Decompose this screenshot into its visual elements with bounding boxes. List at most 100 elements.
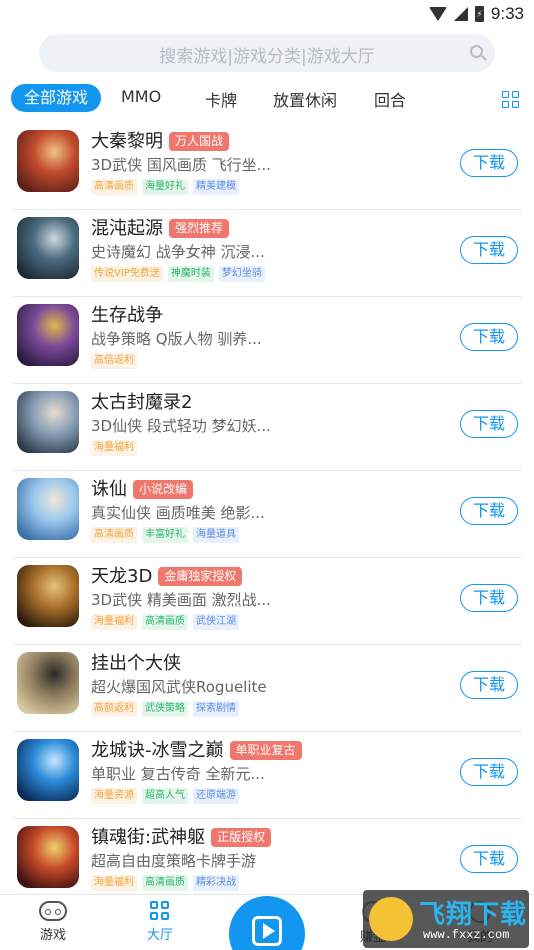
game-name: 诛仙 xyxy=(91,479,127,500)
download-button[interactable]: 下载 xyxy=(460,497,518,525)
game-badge: 小说改编 xyxy=(133,480,194,499)
watermark-logo-icon xyxy=(369,897,413,941)
game-list-item[interactable]: 混沌起源 强烈推荐史诗魔幻 战争女神 沉浸... 传说VIP免费送 神魔时装 梦幻坐骑 下… xyxy=(13,210,522,297)
game-icon[interactable] xyxy=(17,391,79,453)
game-name: 混沌起源 xyxy=(91,218,163,239)
tab-card[interactable]: 卡牌 xyxy=(205,87,237,111)
tab-idle[interactable]: 放置休闲 xyxy=(273,87,337,111)
game-tag: 高清画质 xyxy=(91,179,137,195)
game-tags: 高清画质 海量好礼 精美建模 xyxy=(91,179,239,195)
game-name: 挂出个大侠 xyxy=(91,653,181,674)
game-description: 战争策略 Q版人物 驯养... xyxy=(91,330,262,348)
game-name: 大秦黎明 xyxy=(91,131,163,152)
game-tag: 高倍返利 xyxy=(91,353,137,369)
game-name: 龙城诀-冰雪之巅 xyxy=(91,740,224,761)
nav-hall-label: 大厅 xyxy=(146,928,173,943)
game-icon[interactable] xyxy=(17,652,79,714)
gamepad-icon xyxy=(39,901,67,921)
search-input[interactable]: 搜索游戏|游戏分类|游戏大厅 xyxy=(39,34,495,72)
download-button[interactable]: 下载 xyxy=(460,149,518,177)
game-tag: 武侠江湖 xyxy=(193,614,239,630)
game-tag: 海量好礼 xyxy=(142,179,188,195)
game-icon[interactable] xyxy=(17,130,79,192)
game-badge: 正版授权 xyxy=(211,828,272,847)
search-icon[interactable] xyxy=(470,45,483,58)
grid-view-icon[interactable] xyxy=(502,91,519,108)
download-button[interactable]: 下载 xyxy=(460,845,518,873)
game-title: 龙城诀-冰雪之巅 单职业复古 xyxy=(91,736,302,762)
game-tag: 精美建模 xyxy=(193,179,239,195)
battery-icon: ⚡ xyxy=(474,6,484,22)
clock: 9:33 xyxy=(490,4,524,23)
hall-grid-icon xyxy=(150,901,170,921)
game-title: 大秦黎明 万人国战 xyxy=(91,127,230,153)
game-icon[interactable] xyxy=(17,826,79,888)
watermark: 飞翔下载 www.fxxz.com xyxy=(363,890,529,948)
game-icon[interactable] xyxy=(17,478,79,540)
game-list-item[interactable]: 生存战争战争策略 Q版人物 驯养... 高倍返利 下载 xyxy=(13,297,522,384)
game-description: 史诗魔幻 战争女神 沉浸... xyxy=(91,243,265,261)
nav-games[interactable]: 游戏 xyxy=(23,901,83,943)
game-tag: 海量福利 xyxy=(91,440,137,456)
game-tag: 丰富好礼 xyxy=(142,527,188,543)
game-title: 诛仙 小说改编 xyxy=(91,475,194,501)
game-list-item[interactable]: 诛仙 小说改编 真实仙侠 画质唯美 绝影... 高清画质 丰富好礼 海量道具 下载 xyxy=(13,471,522,558)
game-description: 单职业 复古传奇 全新元... xyxy=(91,765,265,783)
game-badge: 单职业复古 xyxy=(229,741,302,760)
game-title: 混沌起源 强烈推荐 xyxy=(91,214,230,240)
game-tags: 海量福利 xyxy=(91,440,137,456)
download-button[interactable]: 下载 xyxy=(460,671,518,699)
game-list: 大秦黎明 万人国战 3D武侠 国风画质 飞行坐... 高清画质 海量好礼 精美建模 下载 混沌… xyxy=(0,123,534,906)
game-title: 挂出个大侠 xyxy=(91,649,181,675)
category-tabs: 全部游戏 MMO 卡牌 放置休闲 回合 xyxy=(0,84,534,116)
game-tag: 高清画质 xyxy=(142,875,188,891)
tab-mmo[interactable]: MMO xyxy=(121,87,161,106)
game-list-item[interactable]: 太古封魔录2 3D仙侠 段式轻功 梦幻妖... 海量福利 下载 xyxy=(13,384,522,471)
game-name: 镇魂街:武神躯 xyxy=(91,827,206,848)
nav-hall[interactable]: 大厅 xyxy=(130,901,190,943)
game-tag: 还原端游 xyxy=(193,788,239,804)
game-tags: 海量福利 高清画质 精彩决战 xyxy=(91,875,239,891)
game-description: 3D仙侠 段式轻功 梦幻妖... xyxy=(91,417,271,435)
watermark-text: 飞翔下载 xyxy=(419,900,528,930)
tab-all-games[interactable]: 全部游戏 xyxy=(11,84,102,112)
game-badge: 强烈推荐 xyxy=(169,219,230,238)
download-button[interactable]: 下载 xyxy=(460,584,518,612)
game-name: 太古封魔录2 xyxy=(91,392,193,413)
game-tags: 高倍返利 xyxy=(91,353,137,369)
game-name: 生存战争 xyxy=(91,305,163,326)
game-icon[interactable] xyxy=(17,565,79,627)
game-tags: 传说VIP免费送 神魔时装 梦幻坐骑 xyxy=(91,266,265,282)
game-description: 真实仙侠 画质唯美 绝影... xyxy=(91,504,265,522)
game-list-item[interactable]: 挂出个大侠 超火爆国风武侠Roguelite 高额返利 武侠策略 探索剧情 下载 xyxy=(13,645,522,732)
game-tag: 高清画质 xyxy=(142,614,188,630)
game-tag: 传说VIP免费送 xyxy=(91,266,163,282)
tab-turn-based[interactable]: 回合 xyxy=(374,87,406,111)
game-tag: 海量道具 xyxy=(193,527,239,543)
download-button[interactable]: 下载 xyxy=(460,323,518,351)
game-badge: 金庸独家授权 xyxy=(158,567,243,586)
game-name: 天龙3D xyxy=(91,566,153,587)
game-tag: 探索剧情 xyxy=(193,701,239,717)
game-tag: 神魔时装 xyxy=(167,266,214,282)
game-list-item[interactable]: 龙城诀-冰雪之巅 单职业复古单职业 复古传奇 全新元... 海量资源 超高人气 还原端游… xyxy=(13,732,522,819)
game-title: 天龙3D 金庸独家授权 xyxy=(91,562,243,588)
game-tag: 高额返利 xyxy=(91,701,137,717)
game-icon[interactable] xyxy=(17,739,79,801)
game-list-item[interactable]: 大秦黎明 万人国战 3D武侠 国风画质 飞行坐... 高清画质 海量好礼 精美建模 下载 xyxy=(13,123,522,210)
download-button[interactable]: 下载 xyxy=(460,236,518,264)
game-title: 太古封魔录2 xyxy=(91,388,192,414)
game-icon[interactable] xyxy=(17,304,79,366)
game-title: 镇魂街:武神躯 正版授权 xyxy=(91,823,272,849)
game-tag: 武侠策略 xyxy=(142,701,188,717)
game-badge: 万人国战 xyxy=(169,132,230,151)
nav-games-label: 游戏 xyxy=(39,928,66,943)
download-button[interactable]: 下载 xyxy=(460,758,518,786)
watermark-url: www.fxxz.com xyxy=(423,928,510,942)
game-tags: 高额返利 武侠策略 探索剧情 xyxy=(91,701,239,717)
game-list-item[interactable]: 天龙3D 金庸独家授权 3D武侠 精美画面 激烈战... 海量福利 高清画质 武侠江湖 下载 xyxy=(13,558,522,645)
game-tags: 海量资源 超高人气 还原端游 xyxy=(91,788,239,804)
status-bar: ⚡ 9:33 xyxy=(0,0,534,28)
game-icon[interactable] xyxy=(17,217,79,279)
download-button[interactable]: 下载 xyxy=(460,410,518,438)
